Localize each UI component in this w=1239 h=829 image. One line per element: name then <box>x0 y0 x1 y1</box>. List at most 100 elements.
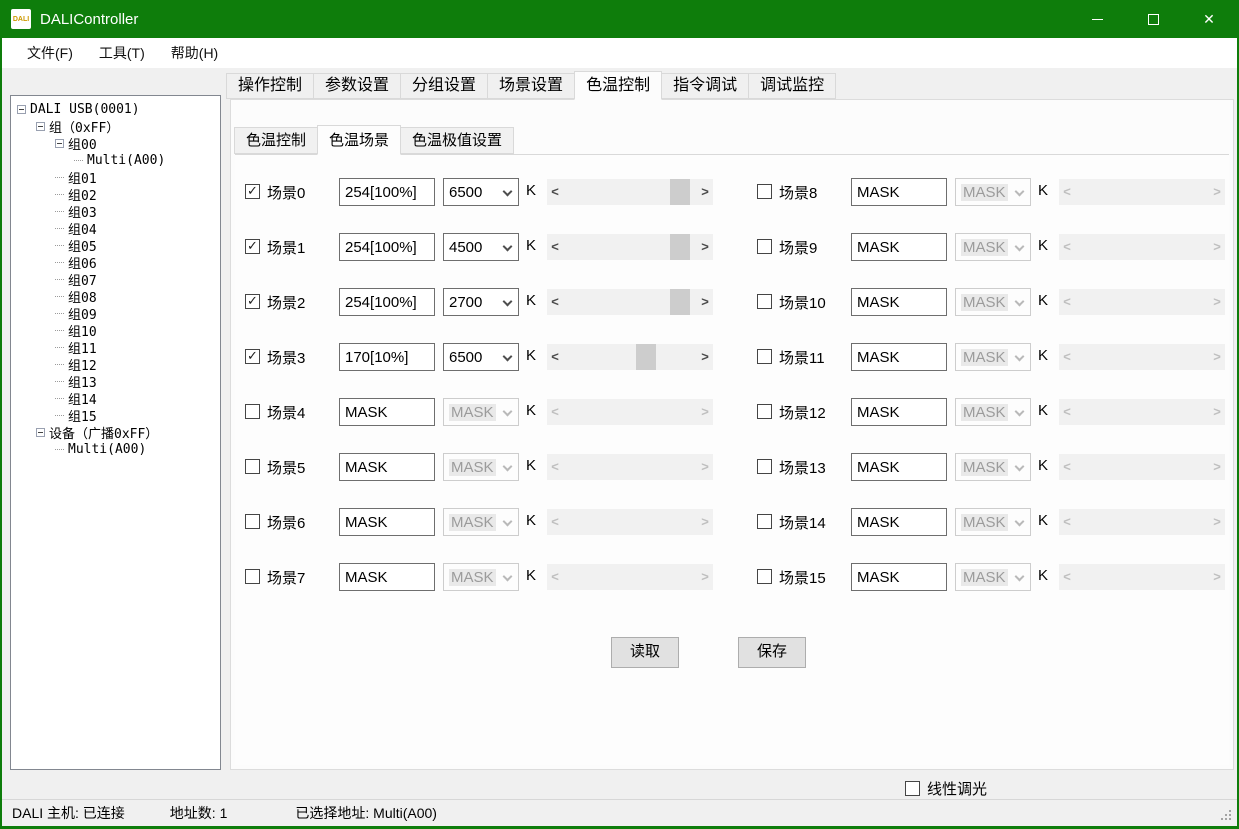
scene-temp-scrollbar[interactable]: < > <box>1059 564 1225 590</box>
tree-item[interactable]: 组13 <box>11 373 220 390</box>
scrollbar-left-arrow-icon[interactable]: < <box>1059 289 1075 315</box>
scrollbar-right-arrow-icon[interactable]: > <box>697 454 713 480</box>
scene-temp-dropdown[interactable]: MASK <box>443 563 519 591</box>
tree-item[interactable]: 组00 <box>11 135 220 152</box>
scene-temp-dropdown[interactable]: MASK <box>955 233 1031 261</box>
scene-level-input[interactable] <box>851 398 947 426</box>
scene-temp-scrollbar[interactable]: < > <box>1059 399 1225 425</box>
scrollbar-right-arrow-icon[interactable]: > <box>1209 509 1225 535</box>
scene-level-input[interactable] <box>851 288 947 316</box>
main-tab[interactable]: 场景设置 <box>487 73 575 99</box>
scrollbar-right-arrow-icon[interactable]: > <box>1209 399 1225 425</box>
scene-checkbox[interactable]: ✓ <box>245 294 260 309</box>
scene-level-input[interactable] <box>851 563 947 591</box>
tree-item[interactable]: 组（0xFF） <box>11 118 220 135</box>
main-tab[interactable]: 操作控制 <box>226 73 314 99</box>
scene-level-input[interactable] <box>339 508 435 536</box>
scene-level-input[interactable] <box>851 508 947 536</box>
scene-checkbox[interactable] <box>245 514 260 529</box>
scrollbar-right-arrow-icon[interactable]: > <box>1209 289 1225 315</box>
scene-level-input[interactable] <box>339 178 435 206</box>
resize-grip-icon[interactable] <box>1219 808 1233 822</box>
tree-item[interactable]: Multi(A00) <box>11 152 220 169</box>
save-button[interactable]: 保存 <box>738 637 806 668</box>
tree-item[interactable]: 组08 <box>11 288 220 305</box>
scene-checkbox[interactable] <box>757 349 772 364</box>
scene-level-input[interactable] <box>339 563 435 591</box>
scene-temp-dropdown[interactable]: 2700 <box>443 288 519 316</box>
scene-temp-dropdown[interactable]: MASK <box>955 178 1031 206</box>
scene-level-input[interactable] <box>851 343 947 371</box>
main-tab[interactable]: 调试监控 <box>748 73 836 99</box>
maximize-button[interactable] <box>1125 0 1181 38</box>
scrollbar-left-arrow-icon[interactable]: < <box>1059 564 1075 590</box>
scene-temp-scrollbar[interactable]: < > <box>547 289 713 315</box>
scrollbar-left-arrow-icon[interactable]: < <box>1059 399 1075 425</box>
scene-temp-dropdown[interactable]: MASK <box>955 343 1031 371</box>
scrollbar-right-arrow-icon[interactable]: > <box>1209 179 1225 205</box>
tree-item[interactable]: 组10 <box>11 322 220 339</box>
scrollbar-left-arrow-icon[interactable]: < <box>1059 454 1075 480</box>
scrollbar-thumb[interactable] <box>670 289 690 315</box>
scrollbar-left-arrow-icon[interactable]: < <box>1059 509 1075 535</box>
scrollbar-left-arrow-icon[interactable]: < <box>547 454 563 480</box>
scrollbar-right-arrow-icon[interactable]: > <box>697 564 713 590</box>
scene-temp-dropdown[interactable]: MASK <box>443 508 519 536</box>
tree-item[interactable]: 组06 <box>11 254 220 271</box>
scene-checkbox[interactable] <box>245 404 260 419</box>
scene-temp-dropdown[interactable]: MASK <box>955 398 1031 426</box>
collapse-icon[interactable] <box>17 105 26 114</box>
scene-level-input[interactable] <box>339 288 435 316</box>
scrollbar-thumb[interactable] <box>670 179 690 205</box>
tree-item[interactable]: DALI USB(0001) <box>11 101 220 118</box>
sub-tab[interactable]: 色温极值设置 <box>400 127 514 154</box>
tree-item[interactable]: 组07 <box>11 271 220 288</box>
collapse-icon[interactable] <box>36 122 45 131</box>
scrollbar-right-arrow-icon[interactable]: > <box>1209 344 1225 370</box>
scene-temp-scrollbar[interactable]: < > <box>547 179 713 205</box>
scene-checkbox[interactable] <box>757 569 772 584</box>
scrollbar-left-arrow-icon[interactable]: < <box>1059 234 1075 260</box>
scrollbar-left-arrow-icon[interactable]: < <box>1059 344 1075 370</box>
scrollbar-right-arrow-icon[interactable]: > <box>697 289 713 315</box>
tree-item[interactable]: 组02 <box>11 186 220 203</box>
scene-level-input[interactable] <box>339 398 435 426</box>
scene-checkbox[interactable] <box>245 459 260 474</box>
main-tab[interactable]: 分组设置 <box>400 73 488 99</box>
scrollbar-right-arrow-icon[interactable]: > <box>697 509 713 535</box>
scene-temp-scrollbar[interactable]: < > <box>1059 179 1225 205</box>
minimize-button[interactable] <box>1069 0 1125 38</box>
scene-checkbox[interactable] <box>245 569 260 584</box>
scene-temp-scrollbar[interactable]: < > <box>1059 289 1225 315</box>
scene-temp-dropdown[interactable]: MASK <box>955 288 1031 316</box>
tree-item[interactable]: 组04 <box>11 220 220 237</box>
linear-dim-checkbox[interactable] <box>905 781 920 796</box>
scene-checkbox[interactable]: ✓ <box>245 349 260 364</box>
scrollbar-right-arrow-icon[interactable]: > <box>697 344 713 370</box>
tree-item[interactable]: 组11 <box>11 339 220 356</box>
scene-level-input[interactable] <box>339 453 435 481</box>
scene-temp-scrollbar[interactable]: < > <box>547 399 713 425</box>
scene-temp-scrollbar[interactable]: < > <box>1059 344 1225 370</box>
tree-item[interactable]: 组01 <box>11 169 220 186</box>
menu-item[interactable]: 帮助(H) <box>158 38 231 68</box>
collapse-icon[interactable] <box>36 428 45 437</box>
tree-item[interactable]: 组03 <box>11 203 220 220</box>
scrollbar-thumb[interactable] <box>636 344 656 370</box>
read-button[interactable]: 读取 <box>611 637 679 668</box>
scene-checkbox[interactable] <box>757 184 772 199</box>
main-tab[interactable]: 色温控制 <box>574 71 662 100</box>
main-tab[interactable]: 参数设置 <box>313 73 401 99</box>
scrollbar-right-arrow-icon[interactable]: > <box>697 179 713 205</box>
scrollbar-left-arrow-icon[interactable]: < <box>547 564 563 590</box>
tree-item[interactable]: 设备（广播0xFF） <box>11 424 220 441</box>
scene-temp-dropdown[interactable]: MASK <box>443 398 519 426</box>
scene-checkbox[interactable] <box>757 239 772 254</box>
tree-item[interactable]: 组15 <box>11 407 220 424</box>
scene-temp-scrollbar[interactable]: < > <box>547 344 713 370</box>
tree-item[interactable]: 组14 <box>11 390 220 407</box>
scene-checkbox[interactable] <box>757 459 772 474</box>
scene-temp-scrollbar[interactable]: < > <box>547 564 713 590</box>
scene-level-input[interactable] <box>851 453 947 481</box>
scrollbar-left-arrow-icon[interactable]: < <box>547 234 563 260</box>
